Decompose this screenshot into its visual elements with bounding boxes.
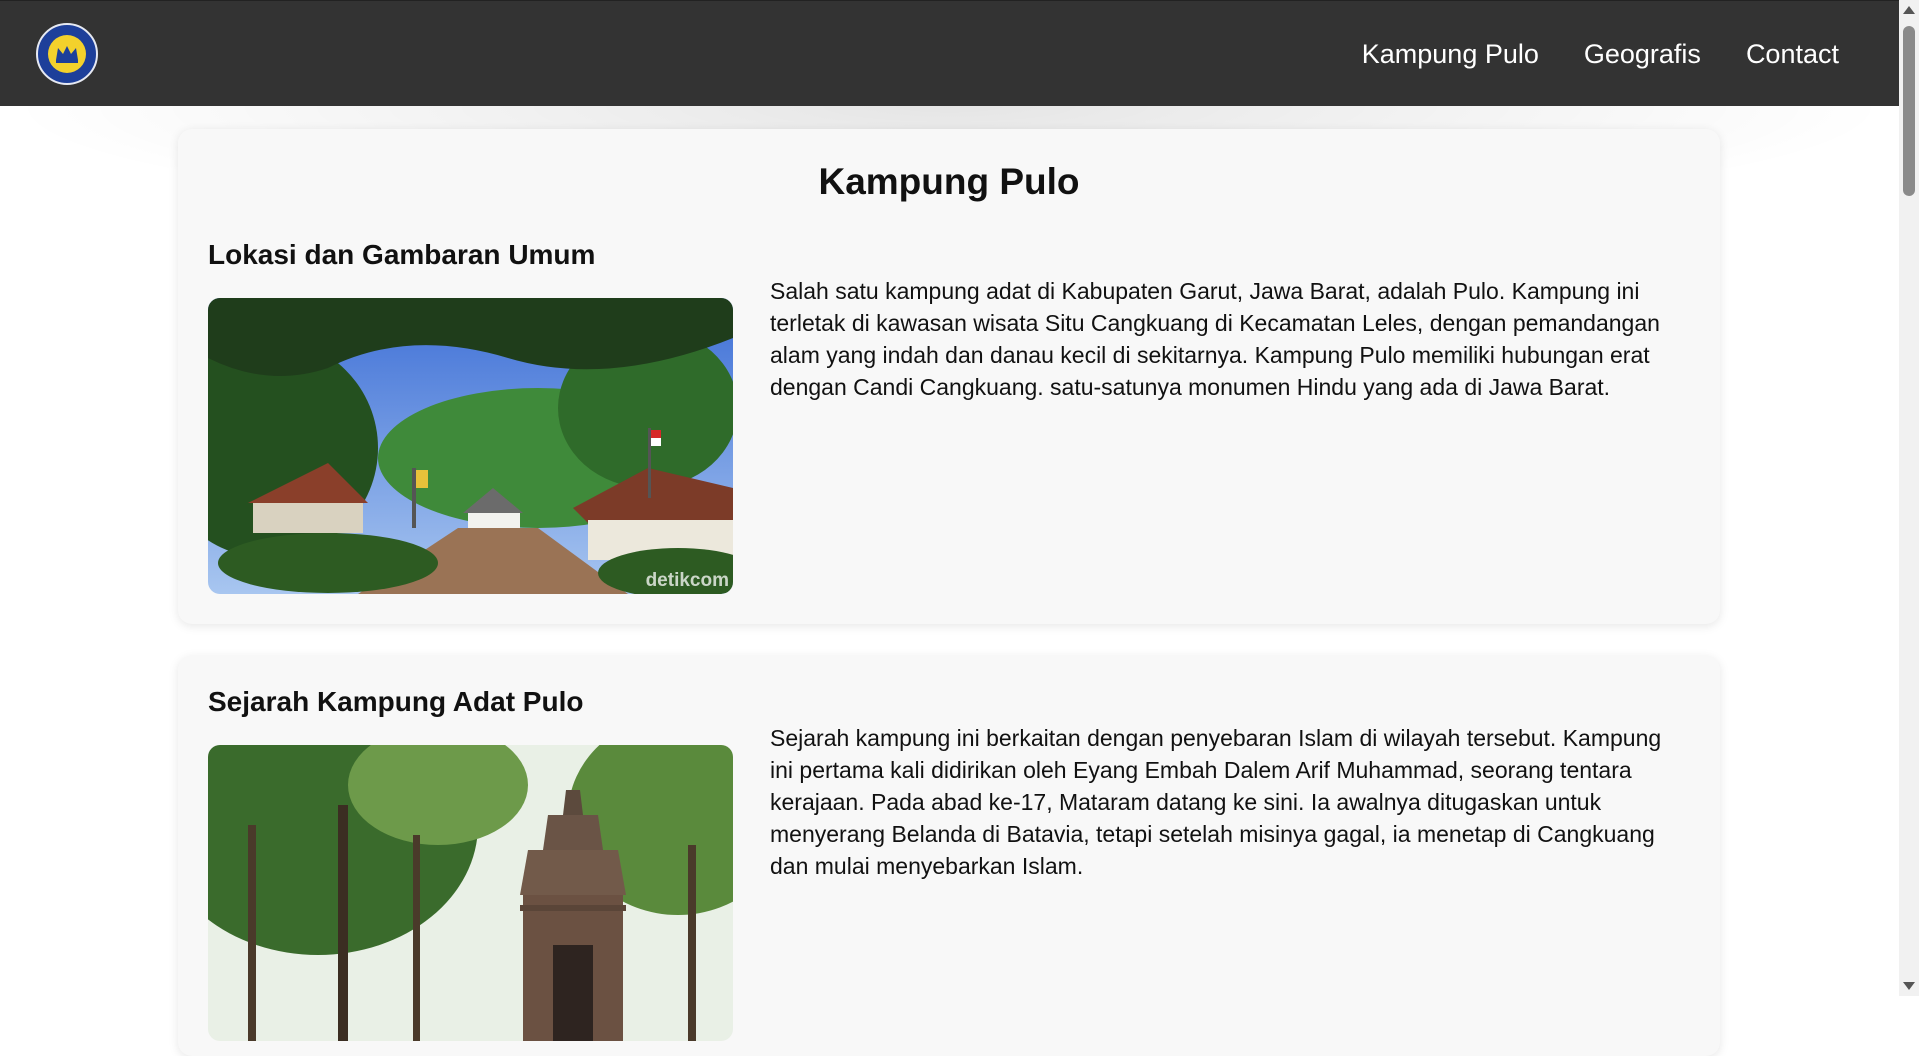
section-heading: Sejarah Kampung Adat Pulo xyxy=(208,686,584,717)
temple-photo xyxy=(208,745,733,1041)
section-heading: Lokasi dan Gambaran Umum xyxy=(208,239,596,270)
section-card-history: Sejarah Kampung Adat Pulo Sejarah kampun… xyxy=(178,656,1720,1056)
page-title: Kampung Pulo xyxy=(818,161,1080,202)
scroll-up-arrow-icon[interactable] xyxy=(1903,6,1915,14)
nav-link-geografis[interactable]: Geografis xyxy=(1584,39,1701,70)
navbar: Kampung Pulo Geografis Contact xyxy=(0,0,1899,106)
image-watermark: detikcom xyxy=(645,570,729,591)
section-paragraph: Sejarah kampung ini berkaitan dengan pen… xyxy=(770,725,1662,879)
scrollbar[interactable] xyxy=(1899,0,1919,996)
school-logo-icon[interactable] xyxy=(36,23,98,85)
nav-links: Kampung Pulo Geografis Contact xyxy=(1362,1,1839,107)
section-paragraph: Salah satu kampung adat di Kabupaten Gar… xyxy=(770,278,1660,400)
section-card-location: Kampung Pulo Lokasi dan Gambaran Umum de… xyxy=(178,129,1720,624)
nav-link-kampung-pulo[interactable]: Kampung Pulo xyxy=(1362,39,1539,70)
scroll-thumb[interactable] xyxy=(1903,26,1915,196)
village-photo: detikcom xyxy=(208,298,733,594)
nav-link-contact[interactable]: Contact xyxy=(1746,39,1839,70)
scroll-down-arrow-icon[interactable] xyxy=(1903,982,1915,990)
